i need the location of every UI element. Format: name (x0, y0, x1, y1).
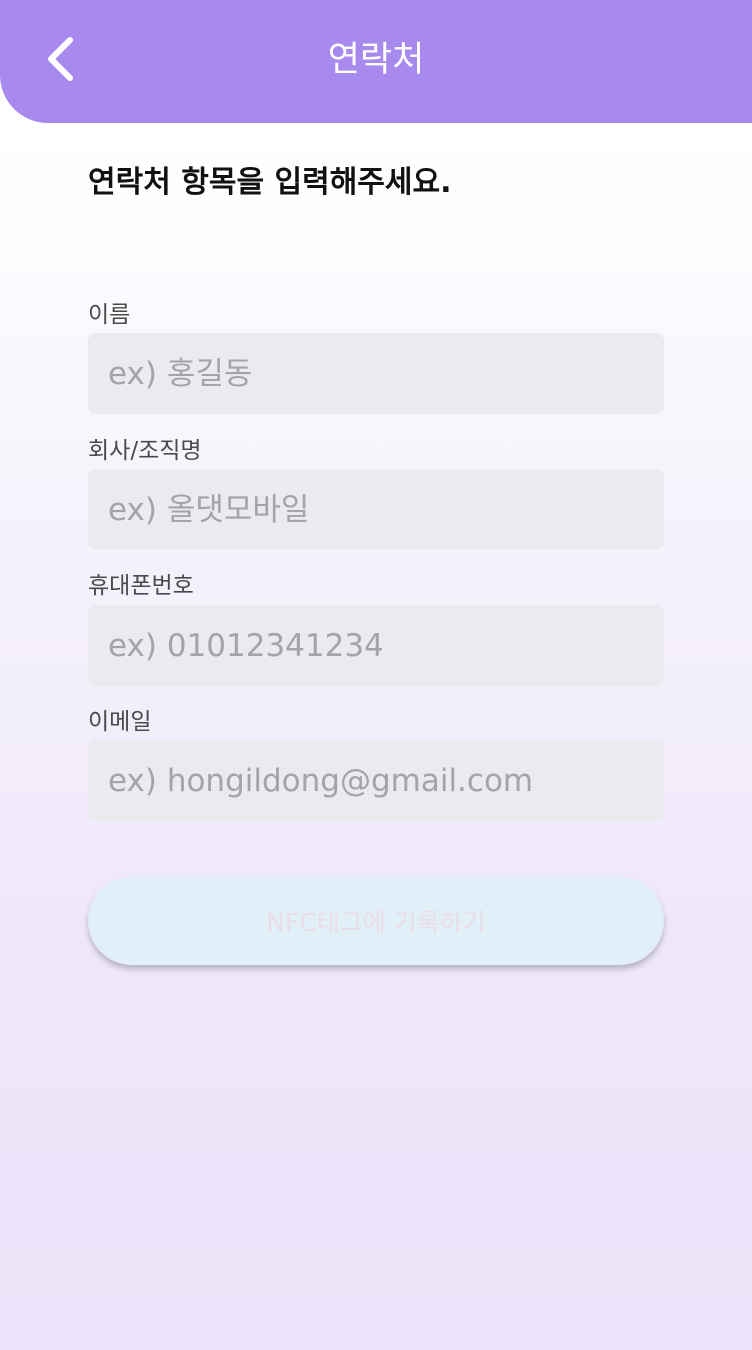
name-input[interactable] (88, 333, 664, 414)
company-input[interactable] (88, 469, 664, 550)
write-nfc-tag-button[interactable]: NFC태그에 기록하기 (88, 877, 664, 965)
page-title: 연락처 (327, 40, 425, 80)
email-input[interactable] (88, 740, 664, 821)
instruction-text: 연락처 항목을 입력해주세요. (88, 165, 452, 200)
phone-label: 휴대폰번호 (88, 573, 194, 599)
company-label: 회사/조직명 (88, 438, 202, 464)
phone-input[interactable] (88, 605, 664, 686)
email-label: 이메일 (88, 709, 152, 735)
name-label: 이름 (88, 302, 131, 328)
app-bar: 연락처 (0, 0, 752, 123)
